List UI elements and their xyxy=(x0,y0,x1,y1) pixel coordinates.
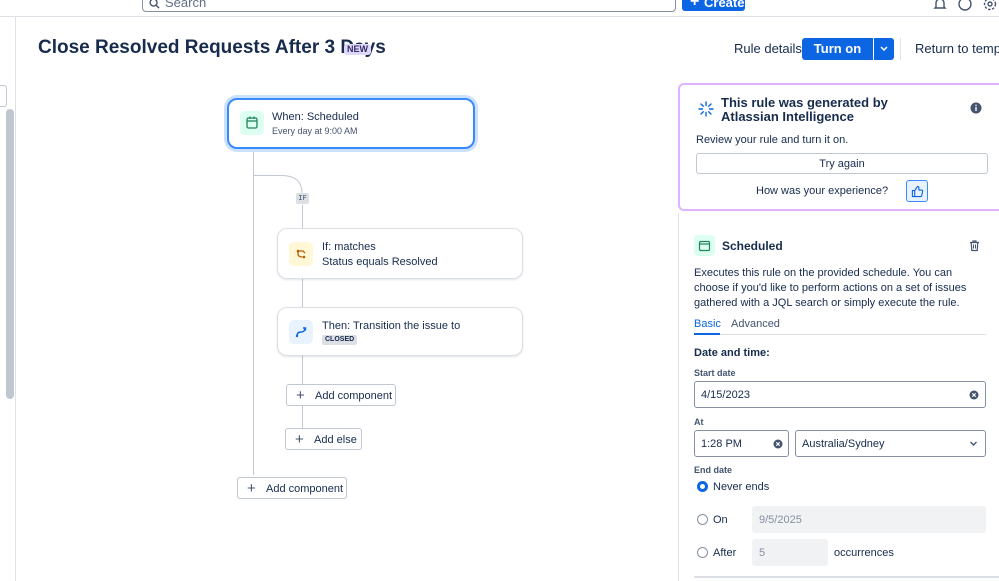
clear-icon[interactable] xyxy=(773,439,783,449)
timezone-select[interactable]: Australia/Sydney xyxy=(795,430,986,457)
occurrences-label: occurrences xyxy=(834,547,894,559)
action-card[interactable]: Then: Transition the issue to CLOSED xyxy=(277,307,523,356)
search-input[interactable]: Search xyxy=(142,0,676,12)
condition-title: If: matches xyxy=(322,241,376,253)
page-title: Close Resolved Requests After 3 Days xyxy=(38,37,386,58)
flow-connector xyxy=(253,175,283,176)
thumbs-up-button[interactable] xyxy=(906,180,928,202)
at-label: At xyxy=(694,417,704,427)
add-else-label: Add else xyxy=(314,434,357,446)
tab-divider xyxy=(694,334,986,335)
config-description: Executes this rule on the provided sched… xyxy=(694,267,967,309)
plus-icon: + xyxy=(690,0,700,10)
new-badge: NEW xyxy=(344,44,371,55)
try-again-button[interactable]: Try again xyxy=(696,153,988,174)
info-icon[interactable] xyxy=(970,102,982,114)
section-divider xyxy=(694,576,999,578)
rule-details-button[interactable]: Rule details xyxy=(726,38,810,60)
time-field[interactable]: 1:28 PM xyxy=(694,430,789,457)
create-button[interactable]: + Create xyxy=(682,0,745,11)
calendar-icon xyxy=(694,235,715,256)
ai-sparkle-icon xyxy=(698,101,714,117)
occurrences-field[interactable]: 5 xyxy=(752,539,828,566)
trigger-title: When: Scheduled xyxy=(272,111,359,123)
trigger-card[interactable]: When: Scheduled Every day at 9:00 AM xyxy=(227,98,475,149)
condition-subtitle: Status equals Resolved xyxy=(322,256,438,268)
trigger-subtitle: Every day at 9:00 AM xyxy=(272,126,358,136)
action-title: Then: Transition the issue to xyxy=(322,320,461,332)
add-component-button[interactable]: + Add component xyxy=(286,384,396,406)
chevron-down-icon xyxy=(880,46,888,52)
left-sidebar-edge xyxy=(0,17,16,581)
trash-icon[interactable] xyxy=(968,239,981,252)
date-time-heading: Date and time: xyxy=(694,347,770,359)
transition-icon xyxy=(289,320,313,344)
turn-on-dropdown-button[interactable] xyxy=(873,38,894,60)
add-component-outer-button[interactable]: + Add component xyxy=(237,477,347,499)
condition-card[interactable]: If: matches Status equals Resolved xyxy=(277,228,523,279)
clear-icon[interactable] xyxy=(969,390,979,400)
never-ends-radio[interactable] xyxy=(697,481,708,492)
start-date-label: Start date xyxy=(694,368,736,378)
flow-connector xyxy=(253,149,254,475)
active-tab-indicator xyxy=(694,333,720,335)
experience-question: How was your experience? xyxy=(756,185,889,197)
divider xyxy=(900,38,901,60)
turn-on-rule-button[interactable]: Turn on rule xyxy=(802,38,873,78)
never-ends-label: Never ends xyxy=(713,481,770,493)
end-date-value: 9/5/2025 xyxy=(759,514,802,526)
help-icon[interactable] xyxy=(957,0,973,12)
tab-basic[interactable]: Basic xyxy=(694,318,721,330)
search-icon xyxy=(149,0,160,9)
start-date-value: 4/15/2023 xyxy=(701,389,750,401)
bell-icon[interactable] xyxy=(932,0,948,12)
end-date-field[interactable]: 9/5/2025 xyxy=(752,506,986,533)
occurrences-value: 5 xyxy=(759,547,766,559)
end-date-label: End date xyxy=(694,465,733,475)
config-title: Scheduled xyxy=(722,239,783,253)
start-date-field[interactable]: 4/15/2023 xyxy=(694,381,986,408)
flow-connector xyxy=(302,279,303,307)
settings-icon[interactable] xyxy=(982,0,998,12)
status-lozenge: CLOSED xyxy=(322,335,358,345)
ai-card-review-text: Review your rule and turn it on. xyxy=(696,134,849,146)
thumbs-up-icon xyxy=(911,185,924,198)
ai-generated-card: This rule was generated by Atlassian Int… xyxy=(678,83,999,211)
branch-icon xyxy=(289,242,313,266)
create-label: Create xyxy=(704,0,745,10)
tab-advanced[interactable]: Advanced xyxy=(731,318,780,330)
flow-connector xyxy=(302,205,303,228)
search-placeholder: Search xyxy=(165,0,207,10)
timezone-value: Australia/Sydney xyxy=(802,438,885,450)
sidebar-input-edge[interactable] xyxy=(0,85,7,107)
return-to-template-button[interactable]: Return to template xyxy=(908,38,999,60)
plus-icon: + xyxy=(247,480,256,497)
after-radio[interactable] xyxy=(697,547,708,558)
sidebar-scrollbar[interactable] xyxy=(6,109,14,399)
ai-card-title: This rule was generated by Atlassian Int… xyxy=(721,95,888,124)
if-badge: IF xyxy=(296,193,309,204)
flow-connector-curve xyxy=(281,175,303,194)
top-navigation: Search + Create xyxy=(0,0,999,17)
plus-icon: + xyxy=(295,431,304,448)
add-else-button[interactable]: + Add else xyxy=(285,428,362,450)
on-date-radio[interactable] xyxy=(697,514,708,525)
time-value: 1:28 PM xyxy=(701,438,742,450)
after-label: After xyxy=(713,547,737,559)
on-date-label: On xyxy=(713,514,728,526)
add-component-label: Add component xyxy=(315,390,393,402)
calendar-icon xyxy=(240,111,264,135)
chevron-down-icon xyxy=(970,441,977,446)
add-component-outer-label: Add component xyxy=(266,483,344,495)
plus-icon: + xyxy=(296,387,305,404)
